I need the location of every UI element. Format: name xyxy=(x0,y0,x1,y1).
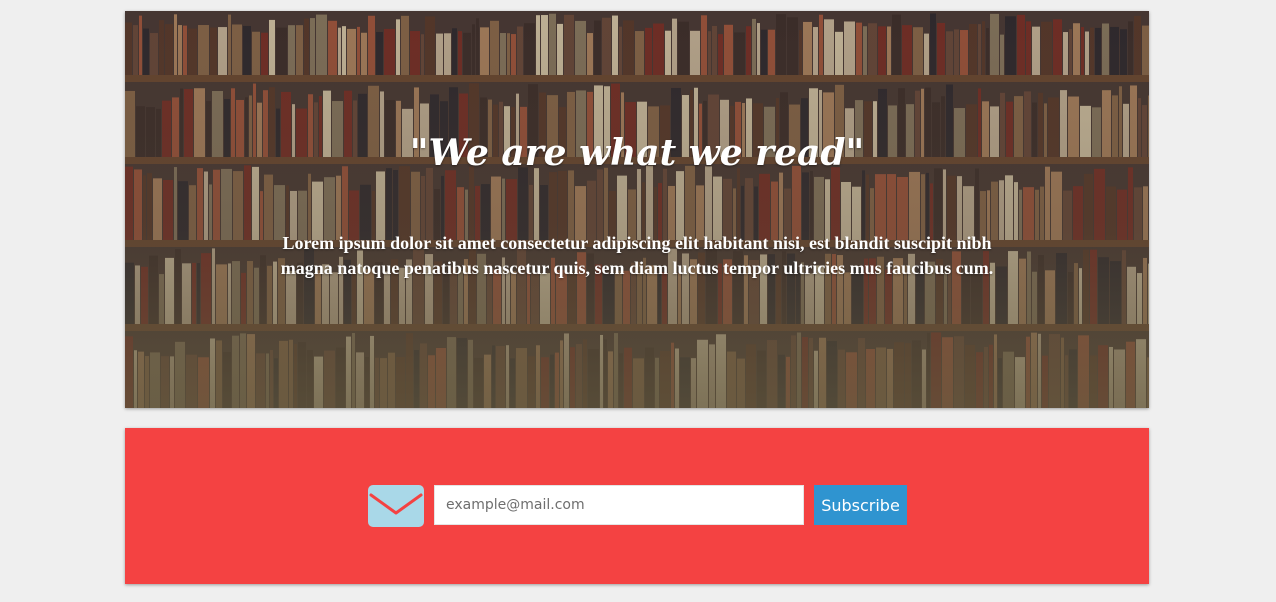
subscribe-button[interactable]: Subscribe xyxy=(814,485,907,525)
mail-icon xyxy=(368,485,424,527)
hero-banner: "We are what we read" Lorem ipsum dolor … xyxy=(125,11,1149,408)
subscribe-panel: Subscribe xyxy=(125,428,1149,584)
hero-overlay xyxy=(125,11,1149,408)
hero-title: "We are what we read" xyxy=(409,132,865,174)
email-input[interactable] xyxy=(434,485,804,525)
hero-description: Lorem ipsum dolor sit amet consectetur a… xyxy=(280,233,994,278)
